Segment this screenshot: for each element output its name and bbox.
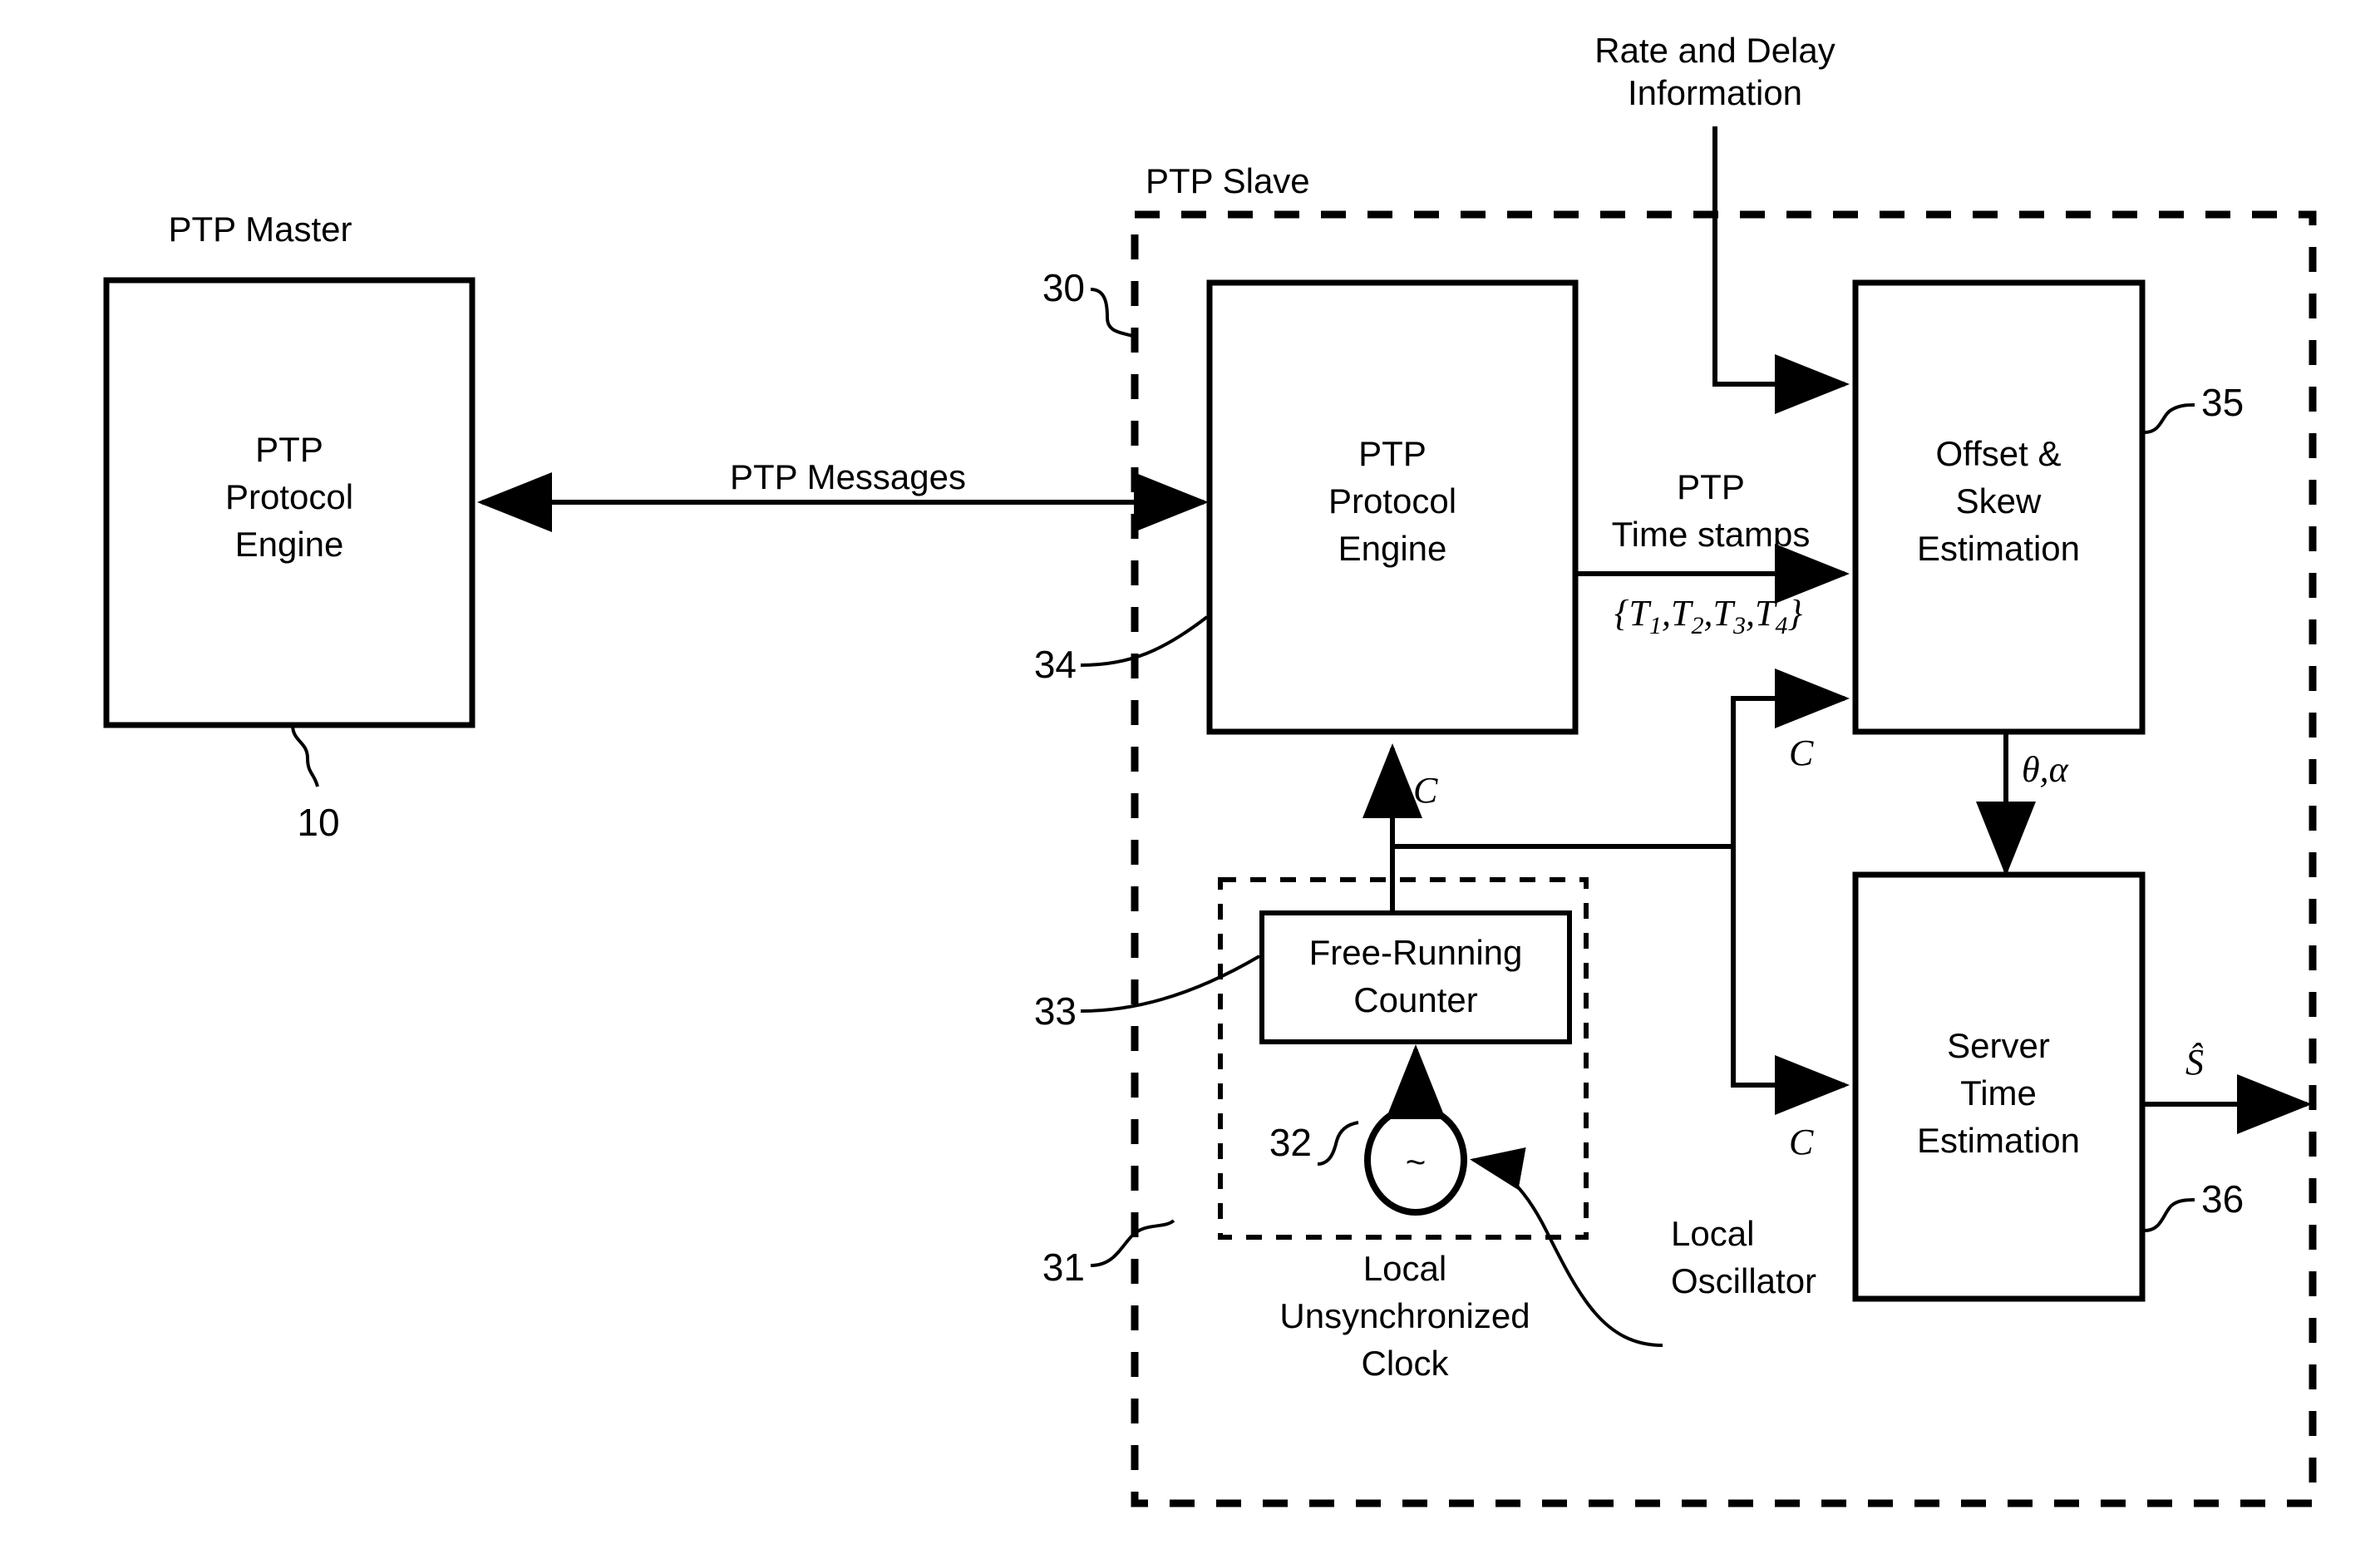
local-oscillator-line1: Local: [1671, 1214, 1754, 1253]
server-time-ref-leader: [2144, 1198, 2195, 1232]
offset-skew-ref-leader: [2144, 403, 2195, 434]
local-oscillator-line2: Oscillator: [1671, 1261, 1816, 1300]
rate-delay-line1: Rate and Delay: [1594, 31, 1836, 70]
ts-open: {: [1614, 593, 1629, 634]
oscillator-ref-32: 32: [1269, 1121, 1312, 1164]
timestamps-line1: PTP: [1677, 467, 1745, 506]
master-ref-10: 10: [297, 801, 339, 844]
server-time-line3: Estimation: [1917, 1121, 2080, 1160]
master-engine-line2: Protocol: [225, 477, 353, 516]
ptp-messages-label: PTP Messages: [730, 457, 966, 496]
counter-line1: Free-Running: [1309, 933, 1523, 972]
clock-label-engine: C: [1413, 770, 1438, 811]
timestamps-line2: Time stamps: [1612, 515, 1811, 554]
slave-engine-ref-leader: [1080, 615, 1209, 667]
rate-delay-wire: [1712, 126, 1850, 414]
ts-s4: 4: [1775, 612, 1787, 639]
ts-s3: 3: [1732, 612, 1746, 639]
server-time-line1: Server: [1947, 1026, 2050, 1065]
server-output-label: Ŝ: [2185, 1042, 2204, 1083]
diagram-svg: PTP Master PTP Protocol Engine 10 PTP Me…: [103, 31, 2317, 1507]
figure-canvas: PTP Master PTP Protocol Engine 10 PTP Me…: [0, 0, 2380, 1559]
slave-engine-ref-34: 34: [1034, 643, 1077, 686]
offset-skew-line3: Estimation: [1917, 529, 2080, 568]
local-clock-line1: Local: [1363, 1249, 1446, 1288]
master-ref-leader: [291, 724, 319, 787]
offset-skew-line1: Offset &: [1936, 434, 2062, 473]
timestamps-set: {T1,T2,T3,T4}: [1614, 593, 1803, 639]
master-title: PTP Master: [169, 210, 352, 249]
counter-ref-33: 33: [1034, 989, 1077, 1033]
slave-engine-line3: Engine: [1338, 529, 1447, 568]
local-clock-line3: Clock: [1361, 1344, 1449, 1383]
ts-close: }: [1787, 593, 1802, 634]
local-clock-ref-31: 31: [1042, 1246, 1085, 1289]
counter-line2: Counter: [1353, 980, 1477, 1019]
slave-ref-leader: [1090, 288, 1133, 338]
svg-text:{T1,T2,T3,T4}: {T1,T2,T3,T4}: [1614, 593, 1803, 639]
master-engine-line1: PTP: [255, 430, 323, 469]
oscillator-tilde: ~: [1406, 1142, 1427, 1182]
master-engine-line3: Engine: [235, 525, 344, 564]
slave-ref-30: 30: [1042, 266, 1085, 309]
offset-skew-line2: Skew: [1956, 481, 2042, 520]
clock-to-server-arrow: [1731, 846, 1850, 1115]
local-clock-line2: Unsynchronized: [1279, 1296, 1530, 1335]
slave-engine-line1: PTP: [1358, 434, 1427, 473]
slave-engine-line2: Protocol: [1328, 481, 1456, 520]
clock-label-offset: C: [1789, 733, 1814, 773]
oscillator-ref-leader: [1317, 1121, 1359, 1166]
theta-alpha-label: θ,α: [2022, 749, 2069, 790]
counter-ref-leader: [1080, 955, 1261, 1013]
clock-label-server: C: [1789, 1122, 1814, 1162]
server-time-line2: Time: [1960, 1073, 2037, 1113]
ts-s1: 1: [1649, 612, 1662, 639]
offset-skew-ref-35: 35: [2201, 381, 2244, 424]
slave-title: PTP Slave: [1146, 161, 1310, 200]
server-time-ref-36: 36: [2201, 1177, 2244, 1221]
rate-delay-line2: Information: [1628, 73, 1802, 112]
ts-s2: 2: [1692, 612, 1704, 639]
